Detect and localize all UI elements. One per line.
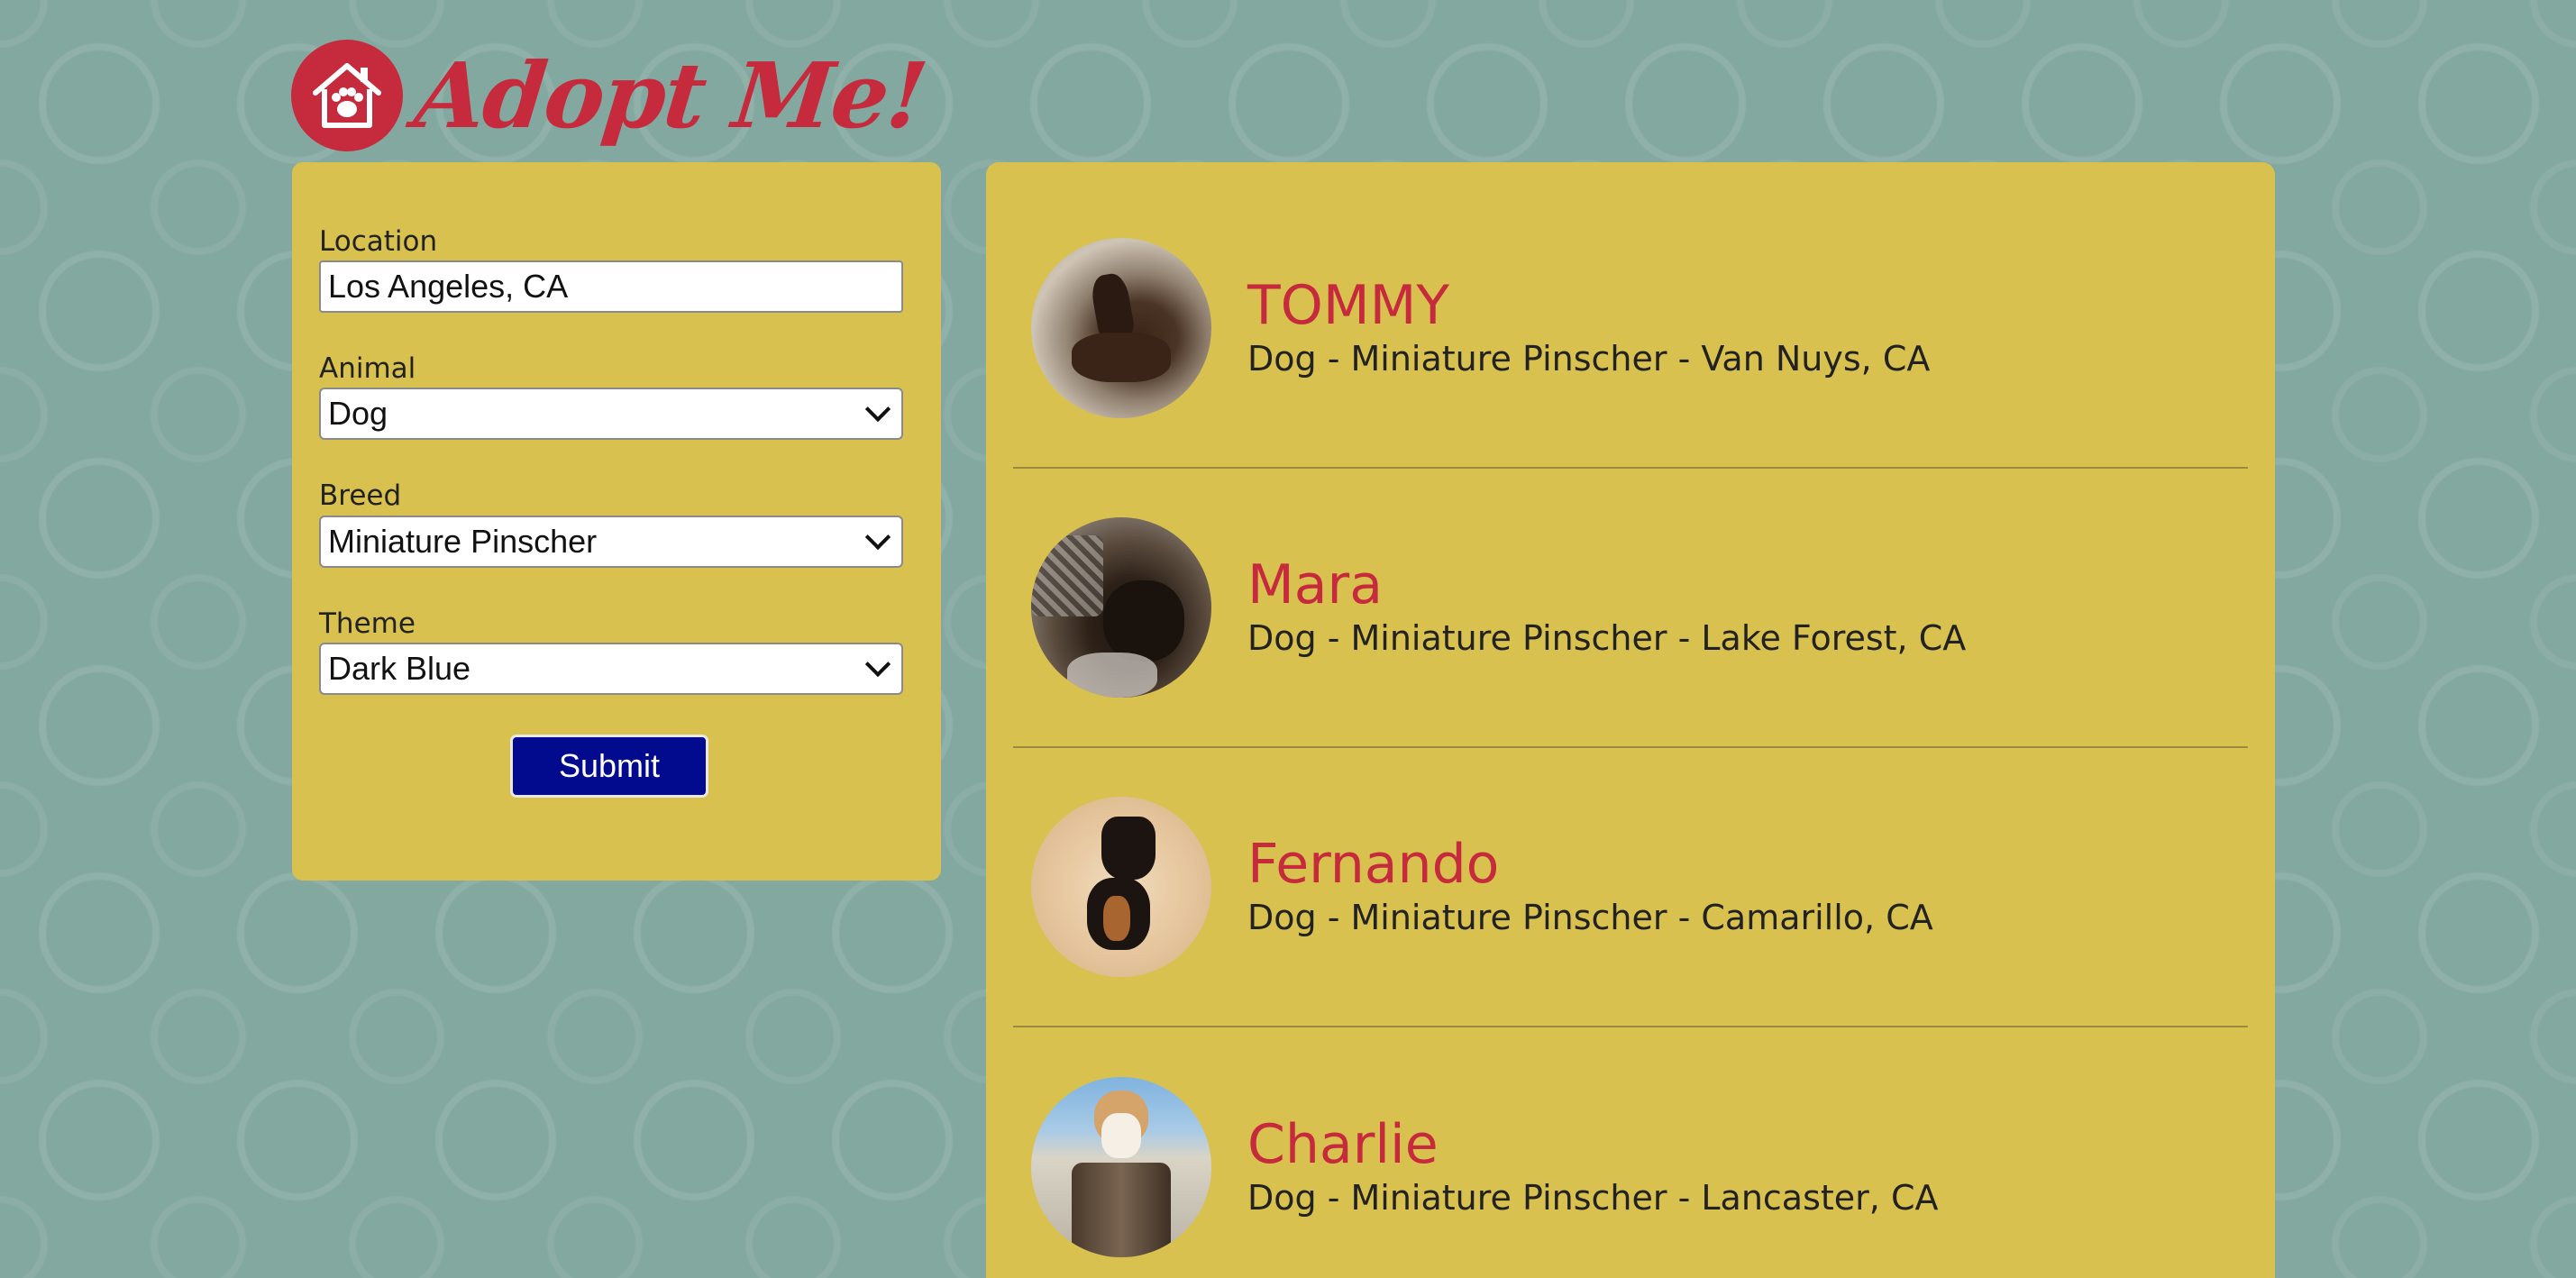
theme-select-value: Dark Blue <box>328 649 471 687</box>
pet-card[interactable]: Charlie Dog - Miniature Pinscher - Lanca… <box>1013 1027 2248 1278</box>
pet-card[interactable]: Mara Dog - Miniature Pinscher - Lake For… <box>1013 469 2248 748</box>
pet-description: Dog - Miniature Pinscher - Lancaster, CA <box>1247 1178 1939 1219</box>
breed-label: Breed <box>319 479 402 513</box>
house-paw-icon <box>291 40 403 151</box>
theme-label: Theme <box>319 607 416 640</box>
pet-description: Dog - Miniature Pinscher - Van Nuys, CA <box>1247 339 1931 379</box>
animal-select-value: Dog <box>328 395 388 433</box>
location-input-value: Los Angeles, CA <box>328 268 569 306</box>
pet-photo <box>1031 797 1211 977</box>
results-list: TOMMY Dog - Miniature Pinscher - Van Nuy… <box>986 162 2275 1278</box>
animal-label: Animal <box>319 352 416 386</box>
pet-photo <box>1031 517 1211 698</box>
breed-select[interactable]: Miniature Pinscher <box>319 515 903 568</box>
breed-field: Breed Miniature Pinscher <box>319 479 905 568</box>
pet-name: Mara <box>1247 553 1383 617</box>
animal-field: Animal Dog <box>319 352 905 441</box>
chevron-down-icon <box>864 524 891 550</box>
logo-text: Adopt Me! <box>409 42 931 149</box>
pet-name: TOMMY <box>1247 274 1450 338</box>
theme-field: Theme Dark Blue <box>319 607 905 695</box>
submit-button[interactable]: Submit <box>510 734 708 798</box>
search-form: Location Los Angeles, CA Animal Dog Bree… <box>292 162 941 881</box>
pet-description: Dog - Miniature Pinscher - Camarillo, CA <box>1247 898 1933 938</box>
pet-card[interactable]: Fernando Dog - Miniature Pinscher - Cama… <box>1013 748 2248 1027</box>
theme-select[interactable]: Dark Blue <box>319 642 903 695</box>
pet-name: Fernando <box>1247 833 1500 897</box>
location-input[interactable]: Los Angeles, CA <box>319 260 903 314</box>
pet-photo <box>1031 1077 1211 1257</box>
animal-select[interactable]: Dog <box>319 388 903 441</box>
chevron-down-icon <box>864 651 891 677</box>
location-label: Location <box>319 225 438 258</box>
pet-photo <box>1031 238 1211 418</box>
pet-description: Dog - Miniature Pinscher - Lake Forest, … <box>1247 618 1967 659</box>
logo[interactable]: Adopt Me! <box>291 23 931 168</box>
breed-select-value: Miniature Pinscher <box>328 522 598 560</box>
pet-name: Charlie <box>1247 1113 1439 1177</box>
location-field: Location Los Angeles, CA <box>319 225 905 314</box>
pet-card[interactable]: TOMMY Dog - Miniature Pinscher - Van Nuy… <box>1013 189 2248 469</box>
chevron-down-icon <box>864 397 891 423</box>
